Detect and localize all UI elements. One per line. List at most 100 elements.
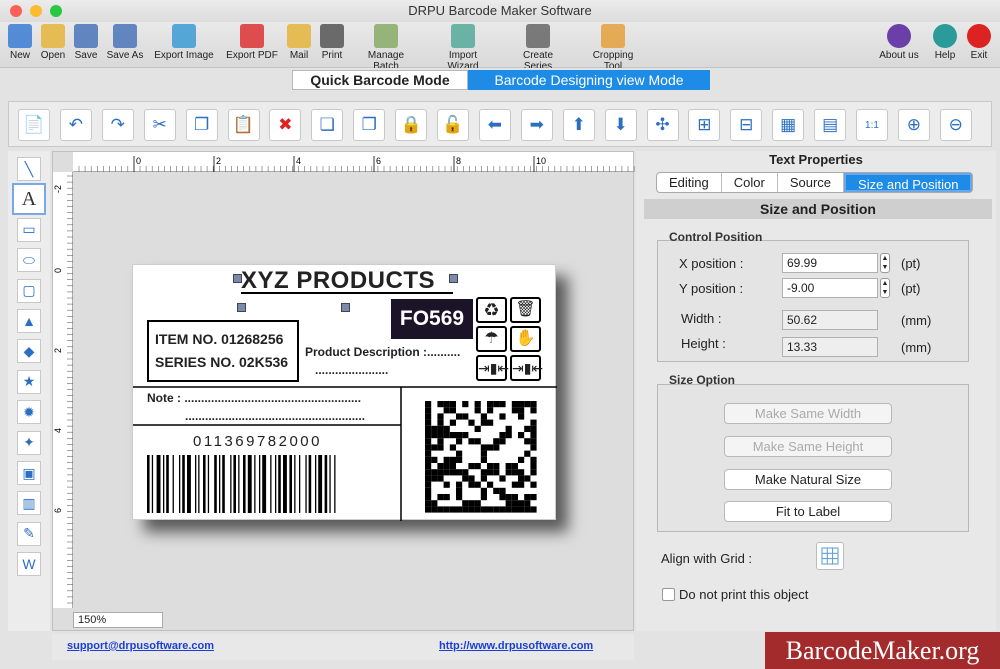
selection-handle[interactable] — [237, 303, 246, 312]
ruler-label: 2 — [216, 156, 221, 166]
center-button[interactable]: ✣ — [646, 109, 679, 141]
cut-button[interactable]: ✂ — [143, 109, 176, 141]
support-email-link[interactable]: support@drpusoftware.com — [67, 640, 214, 652]
line-tool[interactable]: ╲ — [17, 157, 41, 181]
matrix-cell — [499, 487, 506, 494]
menu-cropping-tool-button[interactable]: Cropping Tool — [583, 24, 643, 72]
make-same-height-button[interactable]: Make Same Height — [724, 436, 892, 457]
lock-button[interactable]: 🔒 — [395, 109, 428, 141]
triangle-tool[interactable]: ▲ — [17, 309, 41, 333]
matrix-cell — [468, 500, 475, 507]
quick-mode-tab[interactable]: Quick Barcode Mode — [292, 70, 468, 90]
barcode-number[interactable]: 011369782000 — [193, 433, 322, 450]
close-window-icon[interactable] — [10, 5, 22, 17]
align-horizontal-button[interactable]: ⊞ — [688, 109, 721, 141]
y-position-input[interactable]: -9.00 — [782, 278, 878, 298]
send-back-button[interactable]: ❐ — [353, 109, 386, 141]
zoom-out-button[interactable]: ⊖ — [939, 109, 972, 141]
designing-mode-tab[interactable]: Barcode Designing view Mode — [468, 70, 710, 90]
zoom-in-button[interactable]: ⊕ — [897, 109, 930, 141]
watermark-tool[interactable]: W — [17, 552, 41, 577]
copy-icon: ❐ — [193, 115, 210, 134]
zoom-select[interactable]: 150% — [73, 612, 163, 628]
barcode-label[interactable]: XYZ PRODUCTS FO569 ITEM NO. 01268256 SER… — [132, 264, 557, 521]
menu-save-as-button[interactable]: Save As — [95, 24, 155, 61]
fit-to-label-button[interactable]: Fit to Label — [724, 501, 892, 522]
label-code-box[interactable]: FO569 — [391, 299, 473, 339]
x-position-input[interactable]: 69.99 — [782, 253, 878, 273]
undo-button[interactable]: ↶ — [59, 109, 92, 141]
align-vertical-button[interactable]: ⊟ — [730, 109, 763, 141]
image-tool[interactable]: ▣ — [17, 461, 41, 485]
linear-barcode[interactable] — [147, 455, 393, 515]
website-link[interactable]: http://www.drpusoftware.com — [439, 640, 593, 652]
matrix-cell — [480, 456, 487, 463]
matrix-cell — [511, 407, 518, 414]
menu-print-button[interactable]: Print — [302, 24, 362, 61]
bring-front-button[interactable]: ❏ — [311, 109, 344, 141]
paste-button[interactable]: 📋 — [227, 109, 260, 141]
copy-button[interactable]: ❐ — [185, 109, 218, 141]
move-left-button[interactable]: ⬅ — [478, 109, 511, 141]
handling-symbols[interactable]: ♻ 🗑 ☂ ✋ ⇥▮⇤ ⇥▮⇤ — [476, 297, 543, 381]
x-position-stepper[interactable]: ▲ ▼ — [880, 253, 890, 273]
matrix-cell — [449, 401, 456, 408]
matrix-cell — [431, 500, 438, 507]
menu-exit-button[interactable]: Exit — [953, 24, 1000, 61]
selection-handle[interactable] — [341, 303, 350, 312]
menu-manage-batch-button[interactable]: Manage Batch — [356, 24, 416, 72]
move-up-button[interactable]: ⬆ — [562, 109, 595, 141]
y-position-stepper[interactable]: ▲ ▼ — [880, 278, 890, 298]
actual-size-button[interactable]: 1:1 — [856, 109, 888, 141]
note-line[interactable]: Note : .................................… — [147, 391, 361, 405]
minimize-window-icon[interactable] — [30, 5, 42, 17]
tab-editing[interactable]: Editing — [657, 173, 722, 192]
properties-button[interactable]: 📄 — [18, 109, 50, 141]
do-not-print-checkbox[interactable] — [662, 588, 675, 601]
move-down-button[interactable]: ⬇ — [604, 109, 637, 141]
ellipse-tool[interactable]: ⬭ — [17, 248, 41, 273]
diamond-tool[interactable]: ◆ — [17, 339, 41, 364]
move-right-button[interactable]: ➡ — [520, 109, 553, 141]
signature-tool[interactable]: ✎ — [17, 521, 41, 546]
tab-size-and-position[interactable]: Size and Position — [844, 173, 973, 192]
burst-tool[interactable]: ✹ — [17, 400, 41, 425]
barcode-tool[interactable]: ▥ — [17, 491, 41, 516]
product-description[interactable]: Product Description :.......... — [305, 345, 460, 359]
matrix-cell — [511, 469, 518, 476]
make-natural-size-button[interactable]: Make Natural Size — [724, 469, 892, 490]
label-title[interactable]: XYZ PRODUCTS — [241, 267, 435, 295]
barcode-bar — [329, 455, 331, 513]
datamatrix-barcode[interactable] — [419, 399, 541, 513]
rectangle-tool[interactable]: ▭ — [17, 217, 41, 242]
text-tool[interactable]: A — [12, 183, 46, 215]
matrix-cell — [487, 506, 494, 513]
ruler-button[interactable]: ▤ — [814, 109, 847, 141]
menu-about-button[interactable]: About us — [873, 24, 925, 61]
cross-star-tool[interactable]: ✦ — [17, 430, 41, 455]
grid-button[interactable]: ▦ — [772, 109, 805, 141]
make-same-width-button[interactable]: Make Same Width — [724, 403, 892, 424]
redo-button[interactable]: ↷ — [101, 109, 134, 141]
menu-create-series-button[interactable]: Create Series — [508, 24, 568, 72]
rounded-rectangle-tool[interactable]: ▢ — [17, 278, 41, 303]
item-box[interactable]: ITEM NO. 01268256 SERIES NO. 02K536 — [147, 320, 299, 382]
ruler-label: 0 — [136, 156, 141, 166]
design-canvas[interactable]: 0 2 4 6 8 10 -2 0 2 4 6 XYZ PRODUCTS FO569 ITEM N… — [52, 151, 635, 631]
unlock-button[interactable]: 🔓 — [437, 109, 469, 141]
maximize-window-icon[interactable] — [50, 5, 62, 17]
menu-export-image-button[interactable]: Export Image — [154, 24, 214, 61]
menu-import-wizard-button[interactable]: Import Wizard — [433, 24, 493, 72]
delete-button[interactable]: ✖ — [269, 109, 302, 141]
size-option-legend: Size Option — [669, 373, 735, 387]
tab-source[interactable]: Source — [778, 173, 845, 192]
barcode-bar — [222, 455, 225, 513]
barcode-bar — [243, 455, 246, 513]
align-grid-button[interactable] — [816, 542, 844, 570]
selection-handle[interactable] — [449, 274, 458, 283]
drawing-tools-panel: ╲ A ▭ ⬭ ▢ ▲ ◆ ★ ✹ ✦ ▣ ▥ ✎ W — [8, 151, 50, 631]
matrix-cell — [487, 401, 494, 408]
star-tool[interactable]: ★ — [17, 369, 41, 394]
tab-color[interactable]: Color — [722, 173, 778, 192]
barcode-bar — [151, 455, 154, 513]
